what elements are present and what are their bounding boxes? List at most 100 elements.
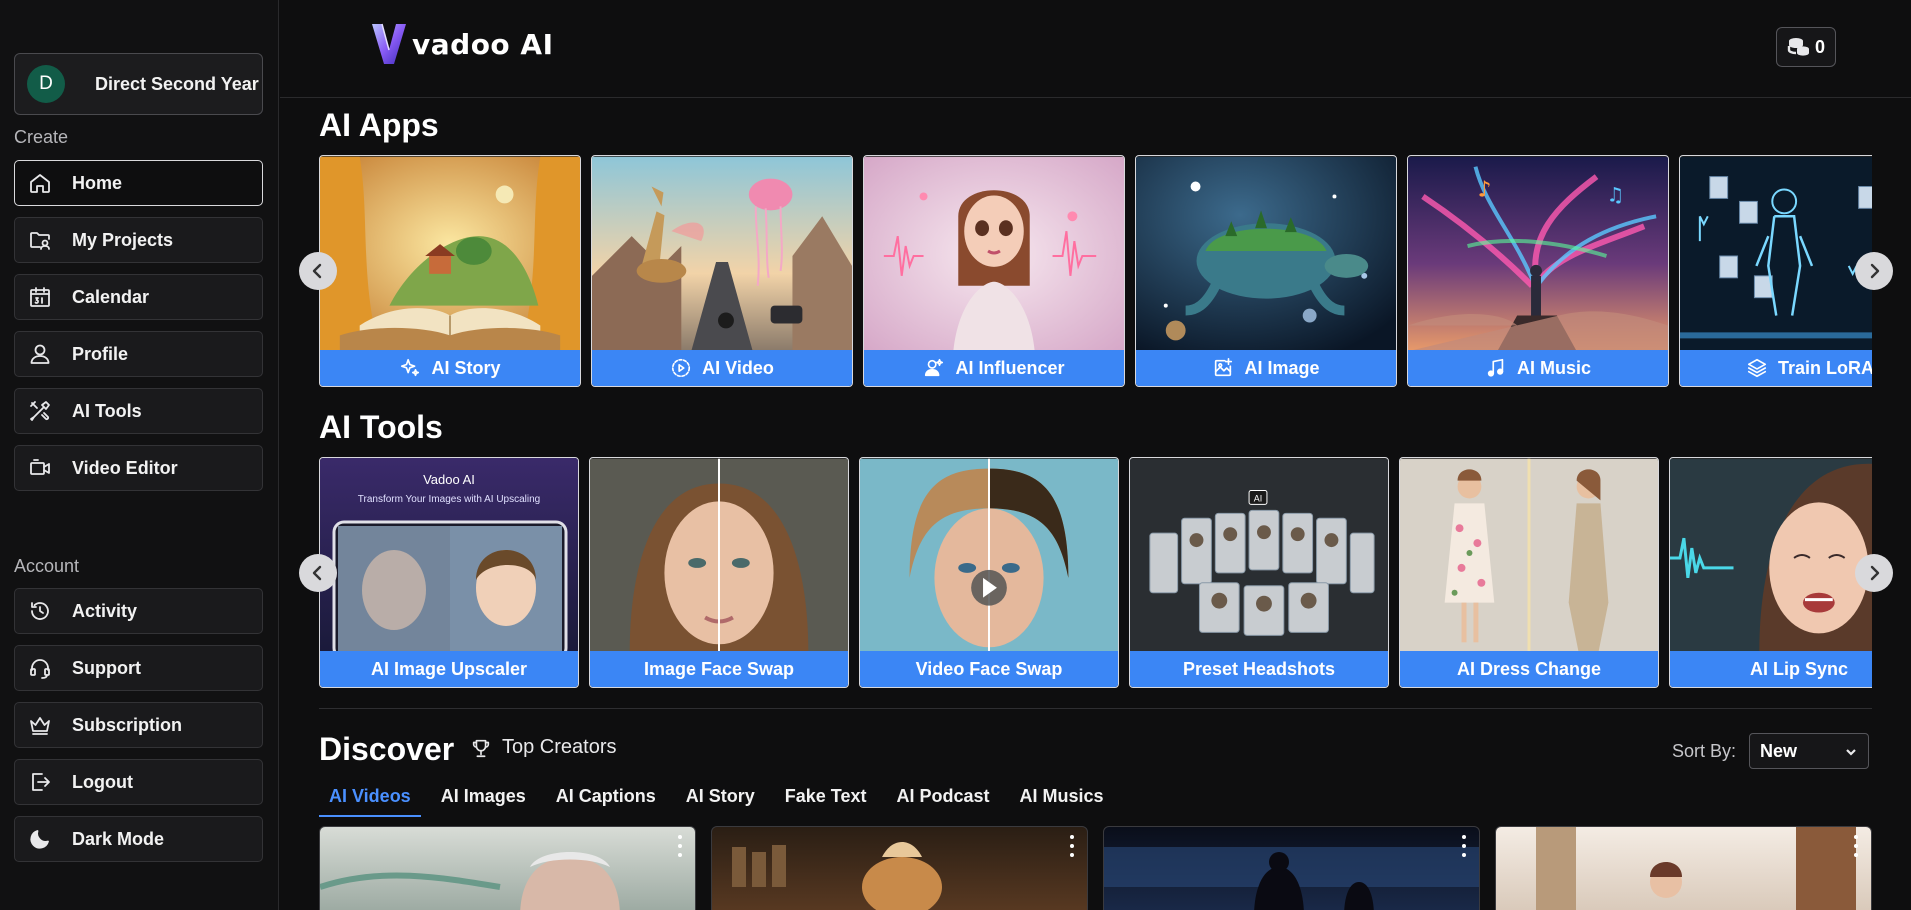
chevron-right-icon [1870, 263, 1880, 279]
sidebar-item-calendar[interactable]: Calendar [14, 274, 263, 320]
feed-video-card[interactable] [319, 826, 696, 910]
sidebar-item-home[interactable]: Home [14, 160, 263, 206]
folder-user-icon [27, 227, 53, 253]
dress-change-thumbnail [1400, 458, 1658, 653]
user-icon [27, 341, 53, 367]
promo-brand: Vadoo AI [423, 472, 475, 487]
card-label-bar: AI Influencer [864, 350, 1124, 386]
chevron-left-icon [312, 565, 322, 581]
feed-video-thumbnail [732, 842, 942, 910]
ai-tools-title: AI Tools [319, 409, 443, 445]
ai-tool-card-video-face-swap[interactable]: Video Face Swap [859, 457, 1119, 688]
feed-video-card[interactable] [1103, 826, 1480, 910]
more-options-icon[interactable] [1459, 835, 1469, 857]
logo-text: vadoo AI [412, 27, 554, 61]
ai-tools-next-button[interactable] [1855, 554, 1893, 592]
preset-headshots-thumbnail: AI [1130, 458, 1388, 653]
sidebar-item-label: Home [72, 172, 123, 193]
video-face-swap-thumbnail [860, 458, 1118, 653]
music-note-icon [1487, 358, 1504, 377]
card-label: AI Story [431, 357, 501, 378]
create-section-label: Create [14, 127, 69, 147]
moon-icon [27, 826, 53, 852]
ai-app-card-ai-video[interactable]: AI Video [591, 155, 853, 387]
ai-apps-prev-button[interactable] [299, 252, 337, 290]
sidebar-item-subscription[interactable]: Subscription [14, 702, 263, 748]
ai-app-card-ai-story[interactable]: AI Story [319, 155, 581, 387]
ai-app-card-ai-influencer[interactable]: AI Influencer [863, 155, 1125, 387]
sidebar-item-profile[interactable]: Profile [14, 331, 263, 377]
card-label-bar: AI Dress Change [1400, 651, 1658, 687]
feed-video-card[interactable] [711, 826, 1088, 910]
trophy-icon [472, 739, 490, 757]
feed-video-thumbnail [1536, 827, 1856, 910]
card-label-bar: Video Face Swap [860, 651, 1118, 687]
tools-icon [27, 398, 53, 424]
tab-ai-images[interactable]: AI Images [431, 786, 536, 817]
sidebar-item-video-editor[interactable]: Video Editor [14, 445, 263, 491]
tab-ai-story[interactable]: AI Story [676, 786, 765, 817]
card-label-bar: AI Music [1408, 350, 1668, 386]
card-label: AI Video [702, 357, 774, 378]
card-label: Video Face Swap [915, 658, 1063, 679]
card-label: Image Face Swap [643, 658, 795, 679]
user-account-button[interactable]: D Direct Second Year [14, 53, 263, 115]
account-section-label: Account [14, 556, 80, 576]
more-options-icon[interactable] [675, 835, 685, 857]
tab-ai-captions[interactable]: AI Captions [546, 786, 666, 817]
sidebar-item-activity[interactable]: Activity [14, 588, 263, 634]
sidebar-item-label: Activity [72, 600, 138, 621]
card-label: AI Music [1516, 357, 1591, 378]
svg-text:♫: ♫ [1606, 183, 1624, 206]
ai-tool-card-preset-headshots[interactable]: AI Preset Headshots [1129, 457, 1389, 688]
card-label-bar: AI Image [1136, 350, 1396, 386]
history-icon [27, 598, 53, 624]
image-plus-icon [1215, 358, 1233, 377]
dark-mode-toggle[interactable]: Dark Mode [14, 816, 263, 862]
card-label-bar: Preset Headshots [1130, 651, 1388, 687]
ai-badge: AI [1254, 493, 1262, 503]
more-options-icon[interactable] [1851, 835, 1861, 857]
ai-apps-title: AI Apps [319, 107, 439, 143]
upscaler-compare-image [332, 520, 568, 660]
sidebar-item-label: Dark Mode [72, 828, 165, 849]
ai-app-card-ai-image[interactable]: AI Image [1135, 155, 1397, 387]
ai-tool-card-dress-change[interactable]: AI Dress Change [1399, 457, 1659, 688]
tab-ai-musics[interactable]: AI Musics [1010, 786, 1114, 817]
top-creators-button[interactable]: Top Creators [470, 736, 617, 759]
crown-icon [27, 712, 53, 738]
ai-tool-card-image-face-swap[interactable]: Image Face Swap [589, 457, 849, 688]
tab-ai-podcast[interactable]: AI Podcast [886, 786, 999, 817]
tab-fake-text[interactable]: Fake Text [775, 786, 877, 817]
card-label: AI Image Upscaler [370, 658, 528, 679]
card-label-bar: AI Image Upscaler [320, 651, 578, 687]
section-divider [319, 708, 1872, 709]
sort-by-select[interactable]: New [1749, 733, 1869, 769]
vadoo-logo[interactable]: vadoo AI [370, 22, 554, 66]
more-options-icon[interactable] [1067, 835, 1077, 857]
card-label: Train LoRA [1777, 357, 1874, 378]
sidebar-item-ai-tools[interactable]: AI Tools [14, 388, 263, 434]
video-edit-icon [27, 455, 53, 481]
sidebar-item-support[interactable]: Support [14, 645, 263, 691]
chevron-left-icon [312, 263, 322, 279]
sidebar-item-label: Subscription [72, 714, 183, 735]
ai-app-card-ai-music[interactable]: ♪ ♫ AI Music [1407, 155, 1669, 387]
credits-button[interactable]: 0 [1776, 27, 1836, 67]
tab-ai-videos[interactable]: AI Videos [319, 786, 421, 817]
feed-video-card[interactable] [1495, 826, 1872, 910]
sidebar-item-label: Calendar [72, 286, 150, 307]
ai-music-thumbnail: ♪ ♫ [1408, 156, 1668, 352]
sidebar-item-my-projects[interactable]: My Projects [14, 217, 263, 263]
sidebar-item-logout[interactable]: Logout [14, 759, 263, 805]
ai-tools-prev-button[interactable] [299, 554, 337, 592]
chevron-down-icon [1846, 749, 1856, 756]
home-icon [27, 170, 53, 196]
discover-title: Discover [319, 731, 455, 767]
carousel-overflow-mask [1872, 140, 1911, 710]
chevron-right-icon [1870, 565, 1880, 581]
ai-tool-card-image-upscaler[interactable]: Vadoo AI Transform Your Images with AI U… [319, 457, 579, 688]
sidebar: D Direct Second Year Create Home My Proj… [0, 0, 279, 910]
ai-apps-next-button[interactable] [1855, 252, 1893, 290]
vadoo-v-logo-icon [372, 23, 406, 64]
